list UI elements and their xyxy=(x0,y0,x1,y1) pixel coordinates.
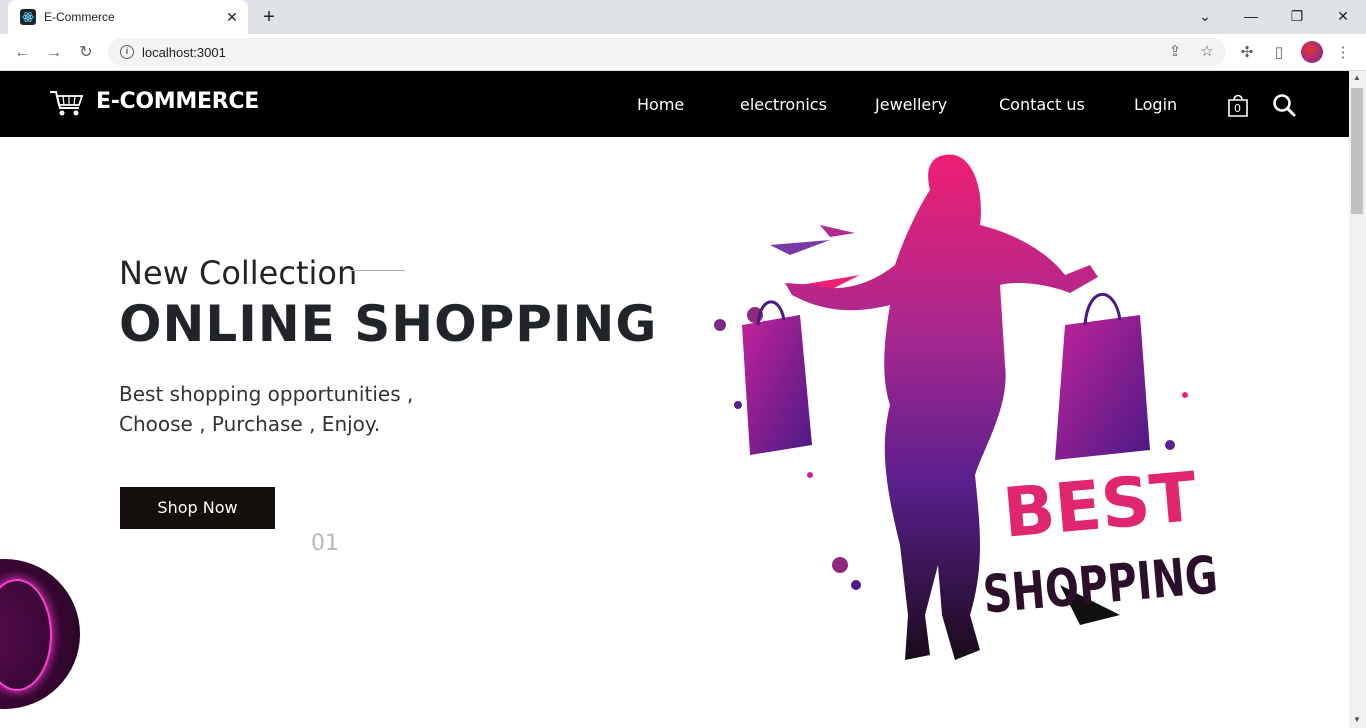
page-viewport: E-COMMERCE Home electronics Jewellery Co… xyxy=(0,71,1349,728)
nav-jewellery[interactable]: Jewellery xyxy=(875,95,947,114)
close-window-icon[interactable]: ✕ xyxy=(1332,6,1354,26)
hero-text-line-1: Best shopping opportunities , xyxy=(119,382,414,406)
browser-toolbar: ← → ↻ i localhost:3001 ⇪ ☆ ✣ ▯ ⋮ xyxy=(0,34,1366,71)
right-shopping-bag xyxy=(1055,315,1150,460)
hero-title: ONLINE SHOPPING xyxy=(119,295,658,353)
extensions-puzzle-icon[interactable]: ✣ xyxy=(1236,42,1258,64)
tab-search-chevron-icon[interactable]: ⌄ xyxy=(1194,6,1216,26)
hero-description: Best shopping opportunities , Choose , P… xyxy=(119,379,413,439)
scroll-up-arrow-icon[interactable]: ▲ xyxy=(1353,73,1361,82)
neon-ring-icon xyxy=(0,579,52,691)
nav-home[interactable]: Home xyxy=(637,95,684,114)
reload-icon[interactable]: ↻ xyxy=(75,42,97,64)
react-favicon-icon xyxy=(20,9,36,25)
hero-subtitle: New Collection xyxy=(119,254,358,292)
new-tab-icon[interactable]: + xyxy=(258,7,280,29)
bookmark-star-icon[interactable]: ☆ xyxy=(1198,43,1216,61)
shopping-cart-logo-icon[interactable] xyxy=(48,89,84,122)
forward-arrow-icon[interactable]: → xyxy=(43,42,65,64)
page-scrollbar[interactable]: ▲ ▼ xyxy=(1349,71,1366,728)
cart-bag-button[interactable]: 0 xyxy=(1227,93,1249,117)
back-arrow-icon[interactable]: ← xyxy=(11,42,33,64)
left-shopping-bag xyxy=(742,315,812,455)
side-panel-icon[interactable]: ▯ xyxy=(1268,42,1290,64)
browser-tab-strip: E-Commerce ✕ + ⌄ — ❐ ✕ xyxy=(0,0,1366,34)
nav-contact[interactable]: Contact us xyxy=(999,95,1085,114)
hero-divider xyxy=(351,270,405,271)
shopping-art-text: SHOPPING xyxy=(981,545,1220,625)
menu-kebab-icon[interactable]: ⋮ xyxy=(1332,42,1354,64)
shop-now-button[interactable]: Shop Now xyxy=(120,487,275,529)
browser-tab[interactable]: E-Commerce ✕ xyxy=(8,0,248,34)
shopping-woman-illustration: BEST SHOPPING xyxy=(714,154,1220,660)
best-art-text: BEST xyxy=(1000,458,1200,554)
slide-number: 01 xyxy=(311,531,339,556)
tab-close-icon[interactable]: ✕ xyxy=(224,9,240,25)
url-text: localhost:3001 xyxy=(142,45,226,60)
tab-title: E-Commerce xyxy=(44,10,115,24)
scroll-down-arrow-icon[interactable]: ▼ xyxy=(1353,715,1361,724)
nav-electronics[interactable]: electronics xyxy=(740,95,827,114)
minimize-icon[interactable]: — xyxy=(1240,6,1262,26)
profile-avatar[interactable] xyxy=(1301,41,1323,63)
hero-text-line-2: Choose , Purchase , Enjoy. xyxy=(119,412,381,436)
address-bar[interactable]: i localhost:3001 ⇪ ☆ xyxy=(108,38,1226,66)
restore-icon[interactable]: ❐ xyxy=(1286,6,1308,26)
nav-login[interactable]: Login xyxy=(1134,95,1177,114)
search-icon[interactable] xyxy=(1272,93,1296,117)
scrollbar-thumb[interactable] xyxy=(1351,88,1363,214)
neon-floating-widget[interactable] xyxy=(0,559,80,709)
cart-count: 0 xyxy=(1234,102,1241,115)
share-icon[interactable]: ⇪ xyxy=(1166,43,1184,61)
site-header: E-COMMERCE Home electronics Jewellery Co… xyxy=(0,71,1349,137)
site-logo-text[interactable]: E-COMMERCE xyxy=(96,89,259,114)
site-info-icon[interactable]: i xyxy=(120,45,134,59)
